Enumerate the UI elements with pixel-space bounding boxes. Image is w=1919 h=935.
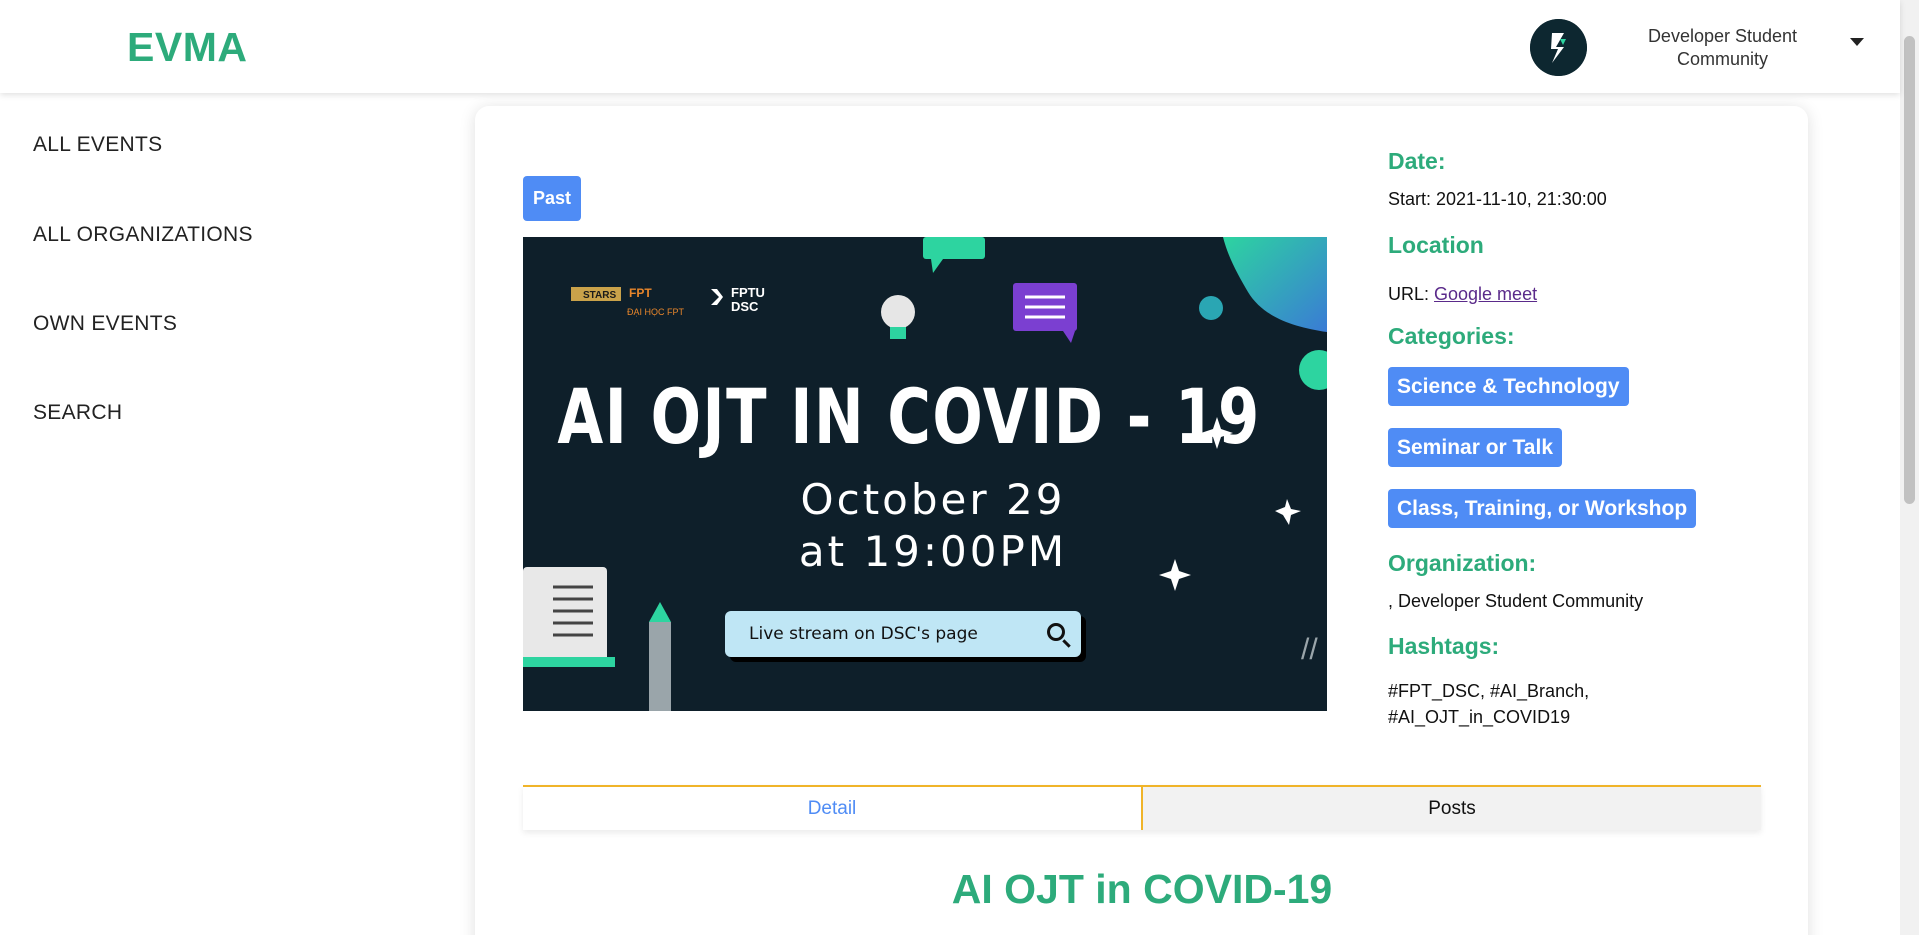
event-title: AI OJT in COVID-19 xyxy=(951,866,1333,912)
categories-heading: Categories: xyxy=(1388,323,1515,349)
org-avatar[interactable] xyxy=(1530,19,1587,76)
event-card: Past // STARS FPT ĐẠI HỌC FPT FPTU DSC A… xyxy=(475,106,1808,935)
page-scrollbar[interactable] xyxy=(1900,0,1919,935)
url-prefix: URL: xyxy=(1388,284,1435,304)
organization-heading: Organization: xyxy=(1388,550,1537,576)
sidebar-item-own-events[interactable]: OWN EVENTS xyxy=(33,312,177,336)
app-logo[interactable]: EVMA xyxy=(127,24,247,71)
search-icon xyxy=(1047,623,1065,641)
banner-stream-label: Live stream on DSC's page xyxy=(749,624,978,644)
banner-date: October 29 xyxy=(800,475,1066,524)
scrollbar-thumb[interactable] xyxy=(1904,36,1915,504)
svg-text:STARS: STARS xyxy=(583,290,616,301)
google-meet-link[interactable]: Google meet xyxy=(1434,284,1537,304)
event-banner-image: // STARS FPT ĐẠI HỌC FPT FPTU DSC AI OJT… xyxy=(523,237,1327,711)
location-heading: Location xyxy=(1388,232,1484,258)
hashtags-line-2: #AI_OJT_in_COVID19 xyxy=(1388,707,1571,727)
svg-text:ĐẠI HỌC FPT: ĐẠI HỌC FPT xyxy=(627,307,685,317)
banner-time: at 19:00PM xyxy=(798,527,1068,576)
hashtags-line-1: #FPT_DSC, #AI_Branch, xyxy=(1388,681,1590,701)
organization-value: , Developer Student Community xyxy=(1388,591,1644,611)
category-tag: Science & Technology xyxy=(1388,367,1629,406)
sidebar-item-all-events[interactable]: ALL EVENTS xyxy=(33,133,162,157)
banner-title: AI OJT IN COVID - 19 xyxy=(557,372,1261,461)
svg-text:FPT: FPT xyxy=(629,286,652,300)
tab-posts[interactable]: Posts xyxy=(1143,787,1761,830)
start-value: 2021-11-10, 21:30:00 xyxy=(1436,189,1607,209)
search-icon-handle xyxy=(1062,639,1071,648)
start-prefix: Start: xyxy=(1388,189,1437,209)
date-heading: Date: xyxy=(1388,148,1446,174)
category-tag: Seminar or Talk xyxy=(1388,428,1563,467)
category-tag: Class, Training, or Workshop xyxy=(1388,489,1697,528)
sidebar-item-all-organizations[interactable]: ALL ORGANIZATIONS xyxy=(33,223,253,247)
sidebar-item-search[interactable]: SEARCH xyxy=(33,401,122,425)
status-badge: Past xyxy=(523,176,581,221)
top-header: EVMA Developer Student Community xyxy=(0,0,1900,93)
svg-text:FPTU: FPTU xyxy=(731,285,765,300)
tab-detail[interactable]: Detail xyxy=(523,787,1143,830)
hashtags-heading: Hashtags: xyxy=(1388,633,1500,659)
svg-text://: // xyxy=(1301,633,1318,666)
banner-stream-button: Live stream on DSC's page xyxy=(725,611,1081,657)
chevron-down-icon[interactable] xyxy=(1850,38,1864,46)
event-tabs: Detail Posts xyxy=(523,785,1761,830)
org-name[interactable]: Developer Student Community xyxy=(1640,25,1805,71)
start-date: Start: 2021-11-10, 21:30:00 xyxy=(1388,186,1607,212)
svg-text:DSC: DSC xyxy=(731,299,759,314)
location-url: URL: Google meet xyxy=(1388,281,1537,307)
